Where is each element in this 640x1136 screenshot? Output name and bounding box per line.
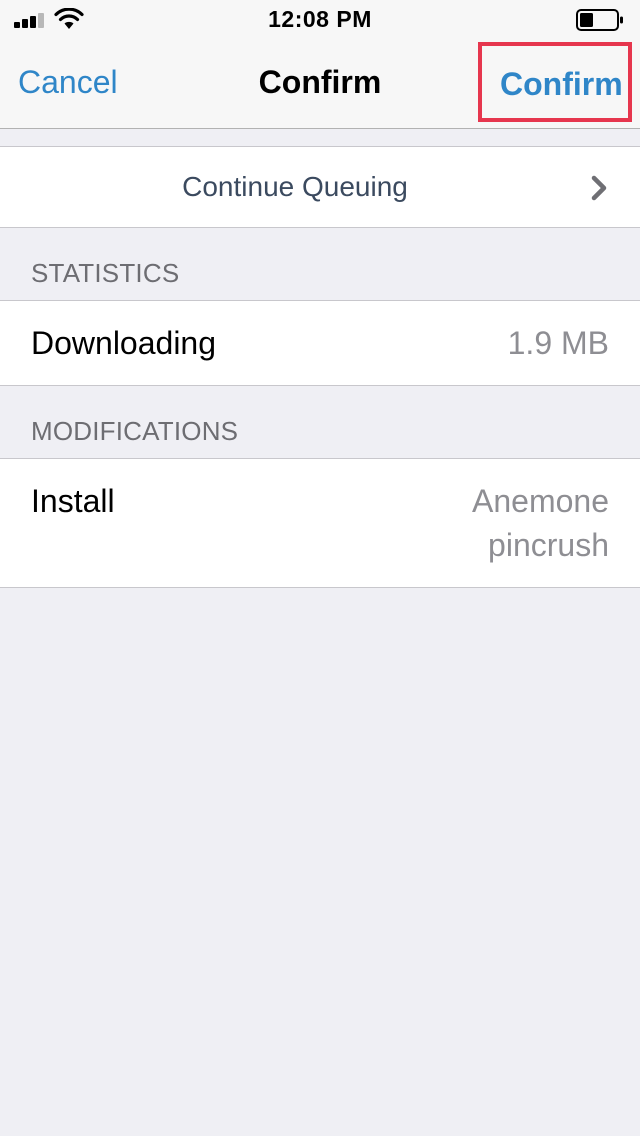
navigation-bar: Confirm Cancel Confirm	[0, 40, 640, 129]
continue-queuing-row[interactable]: Continue Queuing	[0, 146, 640, 228]
install-package-name-line1: Anemone	[472, 483, 609, 519]
downloading-size: 1.9 MB	[507, 325, 609, 361]
downloading-row: Downloading 1.9 MB	[0, 300, 640, 386]
cancel-button[interactable]: Cancel	[18, 64, 118, 101]
confirm-button[interactable]: Confirm	[478, 42, 632, 122]
battery-icon	[576, 9, 623, 31]
install-package-name-line2: pincrush	[488, 527, 609, 563]
install-label: Install	[31, 483, 115, 519]
chevron-right-icon	[591, 175, 607, 201]
statistics-section-header: STATISTICS	[31, 258, 180, 288]
confirm-button-label: Confirm	[500, 66, 623, 102]
status-time: 12:08 PM	[268, 6, 372, 32]
modifications-section-header: MODIFICATIONS	[31, 416, 239, 446]
downloading-label: Downloading	[31, 325, 217, 361]
continue-queuing-label: Continue Queuing	[182, 171, 408, 202]
install-row: Install Anemone pincrush	[0, 458, 640, 588]
status-bar: 12:08 PM	[0, 0, 640, 40]
